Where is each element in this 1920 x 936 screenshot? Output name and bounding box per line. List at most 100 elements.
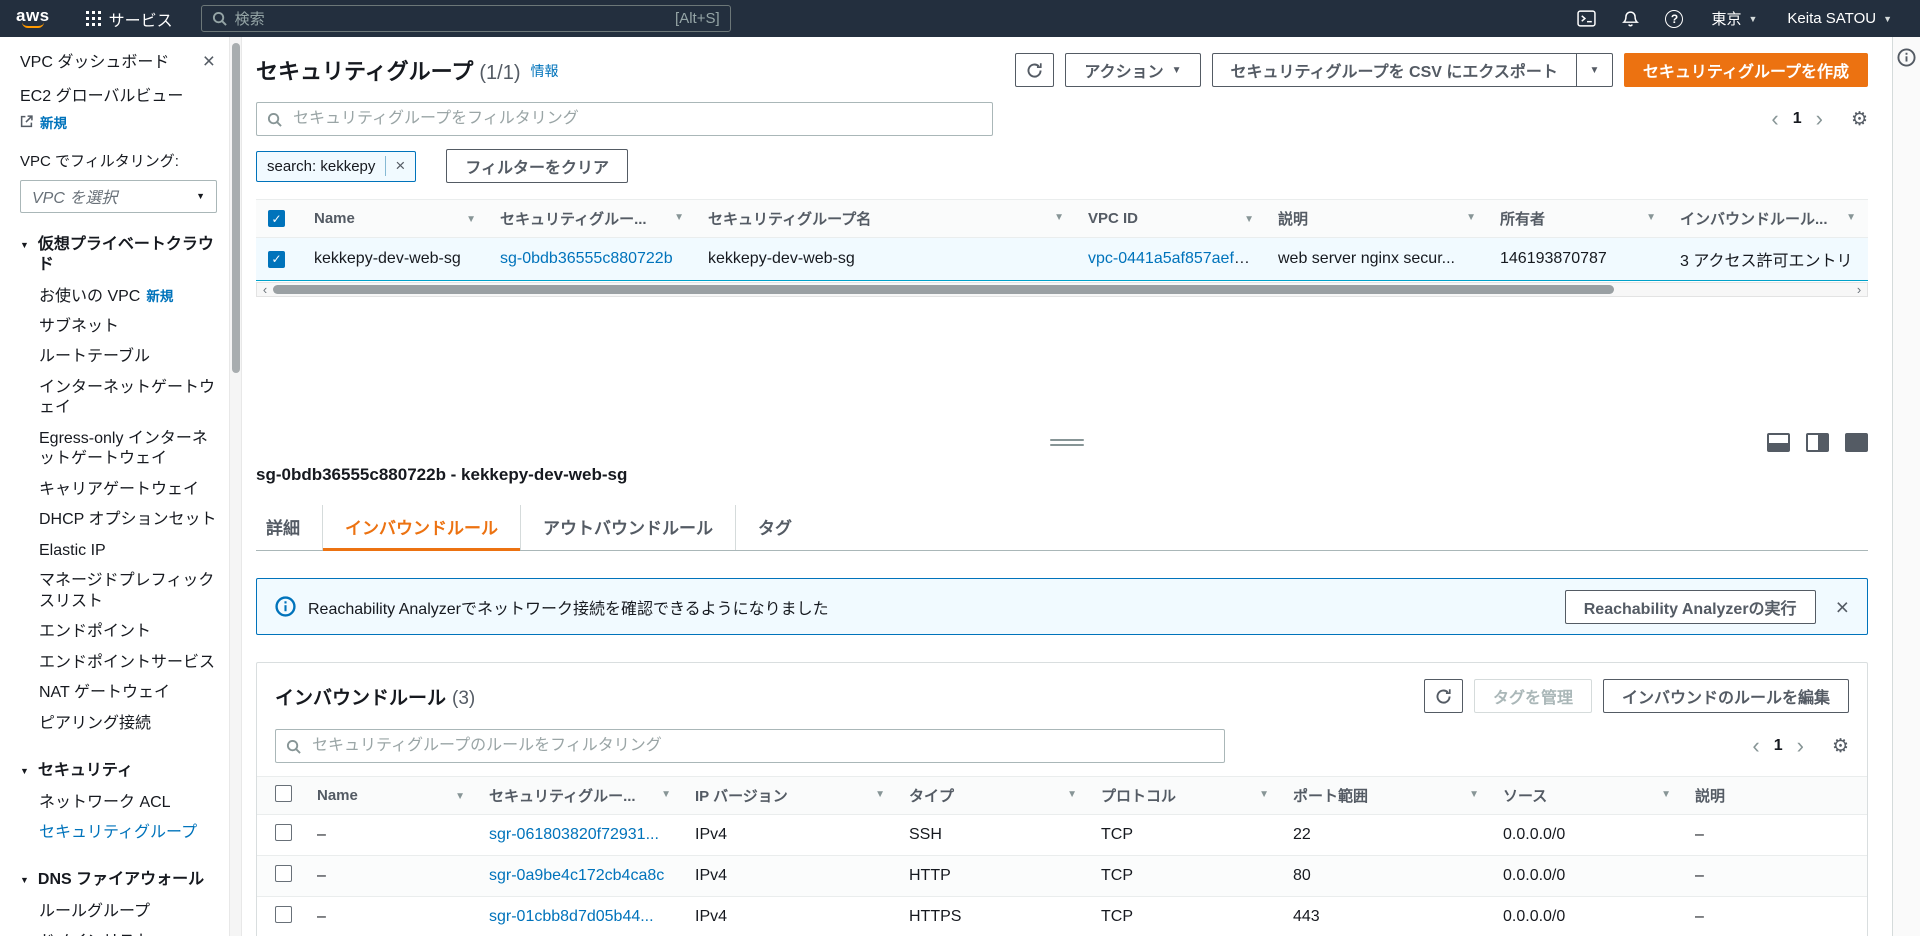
sidebar-item-egress-only-internet-gateways[interactable]: Egress-only インターネットゲートウェイ [20,424,217,475]
sidebar-item-rule-groups[interactable]: ルールグループ [20,897,217,927]
sidebar-item-network-acls[interactable]: ネットワーク ACL [20,788,217,818]
sg-id-link[interactable]: sg-0bdb36555c880722b [500,250,673,267]
sidebar-item-vpc-dashboard[interactable]: VPC ダッシュボード [20,53,169,74]
sidebar-item-carrier-gateways[interactable]: キャリアゲートウェイ [20,475,217,505]
table-row[interactable]: – sgr-061803820f72931... IPv4 SSH TCP 22… [257,814,1867,856]
filter-caret-icon[interactable]: ▼ [1846,212,1856,223]
layout-side-panel-icon[interactable] [1806,432,1829,452]
refresh-button[interactable] [1015,53,1055,87]
column-header-description[interactable]: 説明 ▼ [1266,199,1488,238]
scroll-right-icon[interactable]: › [1851,283,1867,296]
column-header-owner[interactable]: 所有者 ▼ [1488,199,1668,238]
filter-caret-icon[interactable]: ▼ [661,789,671,800]
export-csv-button[interactable]: セキュリティグループを CSV にエクスポート [1211,53,1577,87]
notifications-button[interactable] [1611,0,1649,37]
sidebar-item-your-vpcs[interactable]: お使いの VPC 新規 [20,282,217,312]
sidebar-section-security[interactable]: ▼ セキュリティ [20,761,217,781]
page-number[interactable]: 1 [1766,737,1791,755]
scrollbar-thumb[interactable] [273,285,1615,294]
filter-caret-icon[interactable]: ▼ [1259,789,1269,800]
filter-caret-icon[interactable]: ▼ [1067,789,1077,800]
info-link[interactable]: 情報 [531,63,559,79]
create-security-group-button[interactable]: セキュリティグループを作成 [1623,53,1868,87]
rule-id-link[interactable]: sgr-01cbb8d7d05b44... [489,908,654,925]
sidebar-scrollbar[interactable] [229,37,242,936]
filter-caret-icon[interactable]: ▼ [875,789,885,800]
table-horizontal-scrollbar[interactable]: ‹ › [256,282,1868,297]
vpc-id-link[interactable]: vpc-0441a5af857aef08d [1088,250,1261,267]
layout-fullscreen-icon[interactable] [1845,432,1868,452]
refresh-button[interactable] [1423,679,1463,713]
rules-filter-input[interactable] [275,729,1225,763]
close-icon[interactable]: × [203,51,215,72]
column-header-rule-id[interactable]: セキュリティグルー... ▼ [477,776,683,815]
table-row[interactable]: – sgr-0a9be4c172cb4ca8c IPv4 HTTP TCP 80… [257,855,1867,897]
manage-tags-button[interactable]: タグを管理 [1473,679,1592,713]
sidebar-item-dhcp-option-sets[interactable]: DHCP オプションセット [20,505,217,535]
rule-id-link[interactable]: sgr-061803820f72931... [489,826,659,843]
column-header-name[interactable]: Name ▼ [302,199,488,238]
filter-caret-icon[interactable]: ▼ [466,214,476,225]
column-header-description[interactable]: 説明 [1683,776,1867,815]
sidebar-item-endpoint-services[interactable]: エンドポイントサービス [20,648,217,678]
select-all-checkbox[interactable]: ✓ [268,210,285,228]
run-reachability-analyzer-button[interactable]: Reachability Analyzerの実行 [1564,589,1816,624]
gear-icon[interactable]: ⚙ [1851,108,1868,131]
row-checkbox[interactable] [275,824,292,841]
tab-details[interactable]: 詳細 [256,505,322,550]
account-menu[interactable]: Keita SATOU ▼ [1775,0,1904,37]
filter-caret-icon[interactable]: ▼ [1466,212,1476,223]
region-selector[interactable]: 東京 ▼ [1699,0,1769,37]
row-checkbox[interactable]: ✓ [268,250,285,268]
select-all-checkbox[interactable] [275,785,292,802]
tab-outbound-rules[interactable]: アウトバウンドルール [520,505,735,550]
scrollbar-thumb[interactable] [232,43,240,373]
filter-caret-icon[interactable]: ▼ [1244,214,1254,225]
filter-caret-icon[interactable]: ▼ [1646,212,1656,223]
remove-token-icon[interactable]: × [385,156,405,176]
sg-filter-input[interactable] [256,102,993,136]
sidebar-item-ec2-global-view[interactable]: EC2 グローバルビュー [20,88,183,105]
table-row[interactable]: – sgr-01cbb8d7d05b44... IPv4 HTTPS TCP 4… [257,896,1867,936]
panel-resize-handle[interactable] [1050,436,1084,449]
column-header-sg-id[interactable]: セキュリティグルー... ▼ [488,199,696,238]
filter-caret-icon[interactable]: ▼ [674,212,684,223]
sidebar-item-domain-lists[interactable]: ドメインリスト [20,927,217,936]
cloudshell-button[interactable] [1567,0,1605,37]
column-header-ip-version[interactable]: IP バージョン ▼ [683,776,897,815]
row-checkbox[interactable] [275,865,292,882]
layout-bottom-panel-icon[interactable] [1767,432,1790,452]
filter-caret-icon[interactable]: ▼ [1661,789,1671,800]
tab-tags[interactable]: タグ [735,505,814,550]
sidebar-section-virtual-private-cloud[interactable]: ▼ 仮想プライベートクラウド [20,235,217,276]
sidebar-item-endpoints[interactable]: エンドポイント [20,617,217,647]
filter-caret-icon[interactable]: ▼ [1469,789,1479,800]
sidebar-item-security-groups[interactable]: セキュリティグループ [20,818,217,848]
tab-inbound-rules[interactable]: インバウンドルール [322,505,520,551]
global-search-input[interactable]: 検索 [Alt+S] [200,5,731,32]
sidebar-item-nat-gateways[interactable]: NAT ゲートウェイ [20,678,217,708]
sidebar-item-subnets[interactable]: サブネット [20,312,217,342]
column-header-protocol[interactable]: プロトコル ▼ [1089,776,1281,815]
column-header-inbound-rules[interactable]: インバウンドルール... ▼ [1668,199,1868,238]
sidebar-item-peering-connections[interactable]: ピアリング接続 [20,709,217,739]
column-header-source[interactable]: ソース ▼ [1491,776,1683,815]
table-row[interactable]: ✓ kekkepy-dev-web-sg sg-0bdb36555c880722… [256,237,1868,281]
rule-id-link[interactable]: sgr-0a9be4c172cb4ca8c [489,867,664,884]
column-header-type[interactable]: タイプ ▼ [897,776,1089,815]
next-page-icon[interactable]: › [1791,735,1810,757]
scroll-left-icon[interactable]: ‹ [257,283,273,296]
column-header-sg-name[interactable]: セキュリティグループ名 ▼ [696,199,1076,238]
filter-caret-icon[interactable]: ▼ [1054,212,1064,223]
filter-caret-icon[interactable]: ▼ [455,791,465,802]
services-menu[interactable]: サービス [76,0,183,37]
clear-filters-button[interactable]: フィルターをクリア [446,149,629,183]
close-icon[interactable]: × [1836,595,1849,618]
vpc-select[interactable]: VPC を選択 ▼ [20,179,217,213]
actions-dropdown-button[interactable]: アクション ▼ [1065,53,1201,87]
page-number[interactable]: 1 [1785,110,1810,128]
sidebar-item-managed-prefix-lists[interactable]: マネージドプレフィックスリスト [20,566,217,617]
previous-page-icon[interactable]: ‹ [1746,735,1765,757]
next-page-icon[interactable]: › [1810,108,1829,130]
info-panel-icon[interactable] [1897,48,1916,67]
